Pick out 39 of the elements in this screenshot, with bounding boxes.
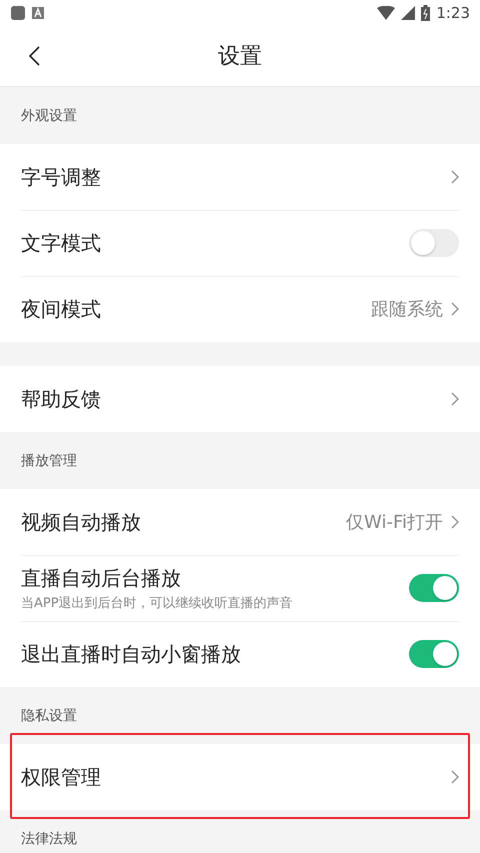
row-value: 仅Wi-Fi打开 [346, 511, 443, 534]
row-label: 视频自动播放 [21, 508, 142, 536]
row-label: 夜间模式 [21, 296, 102, 322]
row-subtitle: 当APP退出到后台时，可以继续收听直播的声音 [21, 594, 294, 612]
section-title: 法律法规 [21, 830, 77, 848]
row-label: 字号调整 [21, 164, 102, 190]
row-label: 直播自动后台播放 [21, 564, 182, 592]
section-title: 隐私设置 [21, 706, 77, 724]
row-label: 文字模式 [21, 230, 102, 256]
wifi-icon [377, 6, 396, 20]
chevron-icon [451, 770, 459, 784]
settings-row[interactable]: 视频自动播放 仅Wi-Fi打开 [0, 489, 480, 555]
chevron-icon [451, 392, 459, 406]
signal-icon [401, 6, 416, 20]
toggle-switch[interactable] [409, 574, 459, 602]
chevron-icon [451, 515, 459, 529]
settings-row[interactable]: 退出直播时自动小窗播放 [0, 621, 480, 687]
settings-row[interactable]: 字号调整 [0, 144, 480, 210]
notification-icon [32, 7, 44, 19]
section-title: 外观设置 [21, 106, 77, 124]
notification-icon [10, 5, 26, 21]
page-title: 设置 [218, 43, 262, 71]
row-value: 跟随系统 [371, 298, 443, 321]
settings-row[interactable]: 直播自动后台播放 当APP退出到后台时，可以继续收听直播的声音 [0, 555, 480, 621]
battery-icon [421, 5, 430, 21]
section-title: 播放管理 [21, 452, 77, 470]
settings-row[interactable]: 权限管理 [0, 744, 480, 810]
row-label: 权限管理 [21, 764, 102, 790]
toggle-switch[interactable] [409, 640, 459, 668]
toggle-switch[interactable] [409, 229, 459, 257]
settings-row[interactable]: 夜间模式 跟随系统 [0, 276, 480, 342]
row-label: 退出直播时自动小窗播放 [21, 640, 242, 668]
chevron-icon [451, 170, 459, 184]
row-label: 帮助反馈 [21, 386, 102, 412]
settings-row[interactable]: 文字模式 [0, 210, 480, 276]
chevron-icon [451, 302, 459, 316]
clock: 1:23 [436, 4, 470, 22]
settings-row[interactable]: 帮助反馈 [0, 366, 480, 432]
back-icon[interactable] [28, 46, 40, 66]
